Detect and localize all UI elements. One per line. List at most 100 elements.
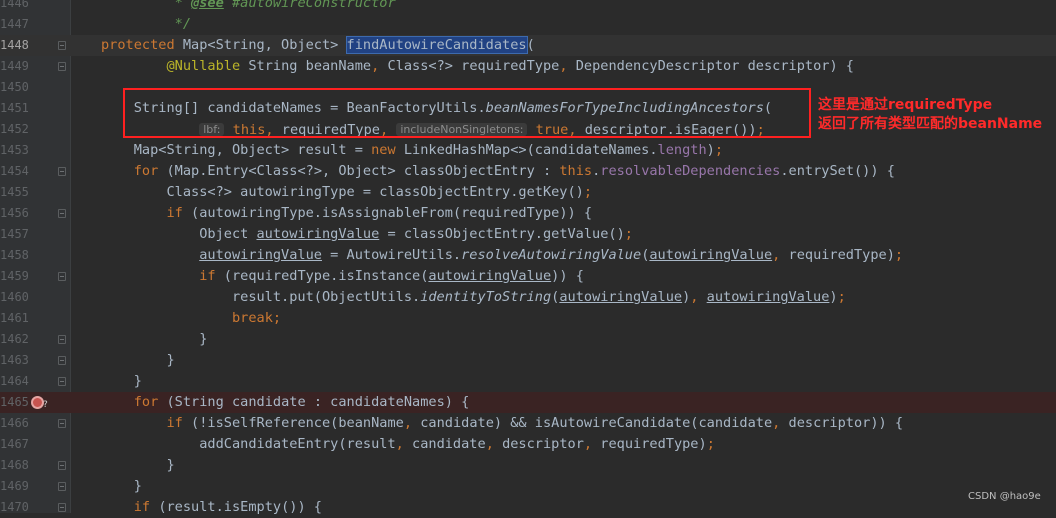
- line-number[interactable]: 1461: [0, 308, 29, 329]
- line-number[interactable]: 1466: [0, 413, 29, 434]
- code-line[interactable]: 1453 Map<String, Object> result = new Li…: [0, 140, 1056, 161]
- code-line[interactable]: 1461 break;: [0, 308, 1056, 329]
- fold-toggle-icon[interactable]: [58, 335, 66, 344]
- line-number[interactable]: 1463: [0, 350, 29, 371]
- code-line[interactable]: 1449 @Nullable String beanName, Class<?>…: [0, 56, 1056, 77]
- code-line[interactable]: 1468 }: [0, 455, 1056, 476]
- line-number[interactable]: 1450: [0, 77, 29, 98]
- code-token: Class<?> autowiringType = classObjectEnt…: [101, 184, 584, 200]
- line-number[interactable]: 1449: [0, 56, 29, 77]
- fold-toggle-icon[interactable]: [58, 41, 66, 50]
- code-line[interactable]: 1460 result.put(ObjectUtils.identityToSt…: [0, 287, 1056, 308]
- code-line[interactable]: 1455 Class<?> autowiringType = classObje…: [0, 182, 1056, 203]
- code-line[interactable]: 1447 */: [0, 14, 1056, 35]
- line-number[interactable]: 1453: [0, 140, 29, 161]
- code-text[interactable]: Class<?> autowiringType = classObjectEnt…: [101, 182, 592, 203]
- code-line[interactable]: 1457 Object autowiringValue = classObjec…: [0, 224, 1056, 245]
- code-line[interactable]: 1464 }: [0, 371, 1056, 392]
- code-line[interactable]: 1454 for (Map.Entry<Class<?>, Object> cl…: [0, 161, 1056, 182]
- code-token: ,: [583, 436, 601, 452]
- line-number[interactable]: 1469: [0, 476, 29, 497]
- code-token: length: [657, 142, 707, 158]
- code-token: (requiredType.isInstance(: [223, 268, 429, 284]
- code-text[interactable]: if (autowiringType.isAssignableFrom(requ…: [101, 203, 592, 224]
- line-number[interactable]: 1446: [0, 0, 29, 14]
- code-token: autowiringValue: [199, 247, 322, 263]
- fold-toggle-icon[interactable]: [58, 167, 66, 176]
- fold-toggle-icon[interactable]: [58, 482, 66, 491]
- line-number[interactable]: 1470: [0, 497, 29, 518]
- line-number[interactable]: 1468: [0, 455, 29, 476]
- code-text[interactable]: * @see #autowireConstructor: [101, 0, 396, 14]
- code-text[interactable]: break;: [101, 308, 281, 329]
- line-number[interactable]: 1458: [0, 245, 29, 266]
- code-line[interactable]: 1465? for (String candidate : candidateN…: [0, 392, 1056, 413]
- line-number[interactable]: 1460: [0, 287, 29, 308]
- code-line[interactable]: 1462 }: [0, 329, 1056, 350]
- code-token: Object: [101, 226, 257, 242]
- code-line[interactable]: 1463 }: [0, 350, 1056, 371]
- line-number[interactable]: 1464: [0, 371, 29, 392]
- code-text[interactable]: Object autowiringValue = classObjectEntr…: [101, 224, 633, 245]
- line-number[interactable]: 1462: [0, 329, 29, 350]
- code-text[interactable]: Map<String, Object> result = new LinkedH…: [101, 140, 723, 161]
- code-line[interactable]: 1448 protected Map<String, Object> findAu…: [0, 35, 1056, 56]
- line-number[interactable]: 1452: [0, 119, 29, 140]
- line-number[interactable]: 1455: [0, 182, 29, 203]
- code-text[interactable]: @Nullable String beanName, Class<?> requ…: [101, 56, 854, 77]
- code-line[interactable]: 1466 if (!isSelfReference(beanName, cand…: [0, 413, 1056, 434]
- line-number[interactable]: 1447: [0, 14, 29, 35]
- line-number[interactable]: 1456: [0, 203, 29, 224]
- code-text[interactable]: }: [101, 455, 174, 476]
- fold-toggle-icon[interactable]: [58, 272, 66, 281]
- code-line[interactable]: 1459 if (requiredType.isInstance(autowir…: [0, 266, 1056, 287]
- code-token: identityToString: [420, 289, 552, 305]
- code-text[interactable]: */: [101, 14, 191, 35]
- code-text[interactable]: autowiringValue = AutowireUtils.resolveA…: [101, 245, 903, 266]
- line-number[interactable]: 1465: [0, 392, 29, 413]
- code-token: ;: [894, 247, 904, 263]
- code-line[interactable]: 1467 addCandidateEntry(result, candidate…: [0, 434, 1056, 455]
- code-token: Map<String, Object> result =: [101, 142, 372, 158]
- code-text[interactable]: for (String candidate : candidateNames) …: [101, 392, 470, 413]
- code-token: (Map.Entry<Class<?>, Object> classObject…: [166, 163, 560, 179]
- code-text[interactable]: result.put(ObjectUtils.identityToString(…: [101, 287, 846, 308]
- fold-toggle-icon[interactable]: [58, 503, 66, 512]
- code-text[interactable]: if (result.isEmpty()) {: [101, 497, 322, 518]
- fold-toggle-icon[interactable]: [58, 419, 66, 428]
- fold-toggle-icon[interactable]: [58, 62, 66, 71]
- code-text[interactable]: if (!isSelfReference(beanName, candidate…: [101, 413, 903, 434]
- code-line[interactable]: 1469 }: [0, 476, 1056, 497]
- fold-toggle-icon[interactable]: [58, 461, 66, 470]
- line-number[interactable]: 1467: [0, 434, 29, 455]
- line-number[interactable]: 1451: [0, 98, 29, 119]
- code-text[interactable]: addCandidateEntry(result, candidate, des…: [101, 434, 715, 455]
- code-text[interactable]: }: [101, 350, 174, 371]
- code-text[interactable]: if (requiredType.isInstance(autowiringVa…: [101, 266, 584, 287]
- line-number[interactable]: 1448: [0, 35, 29, 56]
- fold-toggle-icon[interactable]: [58, 377, 66, 386]
- code-line[interactable]: 1470 if (result.isEmpty()) {: [0, 497, 1056, 518]
- code-token: ;: [837, 289, 846, 305]
- code-line[interactable]: 1446 * @see #autowireConstructor: [0, 0, 1056, 14]
- code-line[interactable]: 1458 autowiringValue = AutowireUtils.res…: [0, 245, 1056, 266]
- code-text[interactable]: }: [101, 476, 142, 497]
- code-token: ,: [772, 415, 789, 431]
- code-text[interactable]: for (Map.Entry<Class<?>, Object> classOb…: [101, 161, 895, 182]
- line-number[interactable]: 1459: [0, 266, 29, 287]
- code-token: ;: [714, 142, 724, 158]
- code-text[interactable]: protected Map<String, Object> findAutowi…: [101, 35, 535, 56]
- code-text[interactable]: }: [101, 371, 142, 392]
- fold-toggle-icon[interactable]: [58, 356, 66, 365]
- code-line[interactable]: 1456 if (autowiringType.isAssignableFrom…: [0, 203, 1056, 224]
- fold-toggle-icon[interactable]: [58, 209, 66, 218]
- code-token: #autowireConstructor: [223, 0, 396, 11]
- code-text[interactable]: }: [101, 329, 207, 350]
- line-number[interactable]: 1457: [0, 224, 29, 245]
- code-token: .entrySet()) {: [780, 163, 895, 179]
- line-number[interactable]: 1454: [0, 161, 29, 182]
- code-token: ): [706, 142, 715, 158]
- code-token: String beanName: [240, 58, 372, 74]
